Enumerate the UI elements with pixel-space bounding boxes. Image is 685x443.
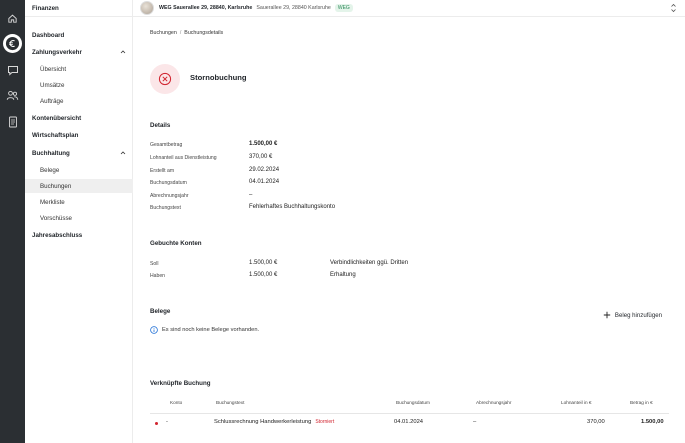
cell-buchungstext: Schlussrechnung Handwerkerleistung Storni…: [214, 419, 335, 425]
cell-abrechnungsjahr: –: [473, 419, 477, 425]
sidebar-item-vorschuesse[interactable]: Vorschüsse: [25, 211, 133, 225]
sidebar-item-kontenuebersicht[interactable]: Kontenübersicht: [25, 111, 133, 125]
chevron-up-down-icon[interactable]: [670, 3, 677, 13]
cell-buchungsdatum: 04.01.2024: [394, 419, 424, 425]
top-bar: WEG Sauerallee 29, 28840, Karlsruhe Saue…: [133, 0, 685, 17]
sidebar: Finanzen Dashboard Zahlungsverkehr Übers…: [25, 0, 133, 443]
detail-value-erstellt: 29.02.2024: [249, 167, 280, 173]
sidebar-item-uebersicht[interactable]: Übersicht: [25, 62, 133, 76]
document-icon[interactable]: [5, 114, 20, 129]
detail-value-buchungsdatum: 04.01.2024: [249, 179, 280, 185]
home-icon[interactable]: [5, 11, 20, 26]
property-type-badge: WEG: [334, 4, 353, 12]
cancel-circle-icon: [158, 72, 172, 86]
cell-konto: -: [166, 419, 168, 425]
cell-lohnanteil: 370,00: [587, 419, 605, 425]
chevron-up-icon[interactable]: [120, 150, 126, 156]
euro-icon[interactable]: [3, 34, 22, 53]
account-label-haben: Haben: [150, 273, 166, 279]
sidebar-item-belege[interactable]: Belege: [25, 163, 133, 177]
detail-value-abrechnungsjahr: –: [249, 192, 253, 198]
detail-label: Gesamtbetrag: [150, 142, 183, 148]
sidebar-item-buchhaltung[interactable]: Buchhaltung: [25, 146, 133, 160]
column-header[interactable]: Abrechnungsjahr: [476, 400, 511, 405]
breadcrumb: Buchungen / Buchungsdetails: [150, 30, 223, 36]
account-label-soll: Soll: [150, 261, 159, 267]
storniert-badge: Storniert: [315, 419, 335, 425]
column-header[interactable]: Konto: [170, 400, 182, 405]
breadcrumb-separator: /: [179, 30, 182, 36]
column-header[interactable]: Buchungstext: [216, 400, 244, 405]
detail-label: Buchungsdatum: [150, 180, 187, 186]
sidebar-item-zahlungsverkehr[interactable]: Zahlungsverkehr: [25, 45, 133, 59]
sidebar-item-jahresabschluss[interactable]: Jahresabschluss: [25, 228, 133, 242]
sidebar-item-umsaetze[interactable]: Umsätze: [25, 78, 133, 92]
detail-label: Erstellt am: [150, 168, 175, 174]
column-header[interactable]: Lohnanteil in €: [561, 400, 592, 405]
linked-heading: Verknüpfte Buchung: [150, 380, 211, 387]
account-amount-haben: 1.500,00 €: [249, 272, 278, 278]
property-name[interactable]: WEG Sauerallee 29, 28840, Karlsruhe: [159, 5, 252, 11]
property-avatar: [140, 1, 154, 15]
info-icon: [150, 326, 158, 334]
details-heading: Details: [150, 122, 171, 129]
sidebar-item-wirtschaftsplan[interactable]: Wirtschaftsplan: [25, 128, 133, 142]
chevron-up-icon[interactable]: [120, 49, 126, 55]
cell-betrag: 1.500,00: [641, 419, 664, 425]
status-dot: [155, 422, 158, 425]
detail-value-lohnanteil: 370,00 €: [249, 154, 273, 160]
breadcrumb-parent[interactable]: Buchungen: [150, 30, 177, 36]
detail-value-buchungstext: Fehlerhaftes Buchhaltungskonto: [249, 204, 336, 210]
plus-icon: [603, 311, 611, 319]
detail-label: Buchungstext: [150, 205, 181, 211]
breadcrumb-current: Buchungsdetails: [184, 30, 224, 36]
add-beleg-button[interactable]: Beleg hinzufügen: [603, 311, 662, 319]
icon-rail: [0, 0, 25, 443]
main-content: Buchungen / Buchungsdetails Stornobuchung …: [133, 17, 685, 443]
column-header[interactable]: Buchungsdatum: [396, 400, 430, 405]
detail-label: Lohnanteil aus Dienstleistung: [150, 155, 217, 161]
sidebar-item-dashboard[interactable]: Dashboard: [25, 28, 133, 42]
belege-empty-message: Es sind noch keine Belege vorhanden.: [150, 326, 259, 334]
table-divider: [150, 413, 669, 414]
sidebar-title: Finanzen: [25, 0, 132, 17]
belege-heading: Belege: [150, 308, 171, 315]
sidebar-item-auftraege[interactable]: Aufträge: [25, 94, 133, 108]
people-icon[interactable]: [5, 88, 20, 103]
storno-status-badge: [150, 64, 180, 94]
page-title: Stornobuchung: [190, 73, 247, 82]
account-name-haben: Erhaltung: [330, 272, 356, 278]
account-amount-soll: 1.500,00 €: [249, 260, 278, 266]
detail-value-gesamtbetrag: 1.500,00 €: [249, 141, 278, 147]
sidebar-item-buchungen[interactable]: Buchungen: [25, 179, 133, 193]
accounts-heading: Gebuchte Konten: [150, 240, 202, 247]
property-address: Sauerallee 29, 28840 Karlsruhe: [256, 5, 331, 11]
chat-icon[interactable]: [5, 63, 20, 78]
sidebar-item-merkliste[interactable]: Merkliste: [25, 195, 133, 209]
account-name-soll: Verbindlichkeiten ggü. Dritten: [330, 260, 409, 266]
column-header[interactable]: Betrag in €: [630, 400, 653, 405]
detail-label: Abrechnungsjahr: [150, 193, 189, 199]
